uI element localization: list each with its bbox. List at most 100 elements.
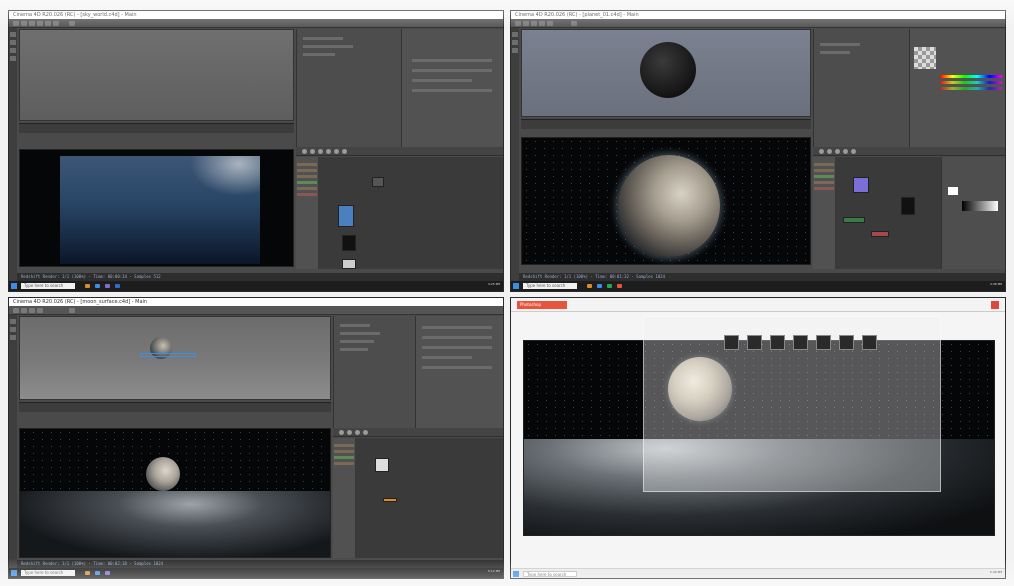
edges-mode-icon[interactable] [10, 48, 16, 53]
thumbnail[interactable] [816, 335, 831, 350]
browser-icon[interactable] [597, 284, 602, 288]
taskbar-search[interactable]: Type here to search [523, 283, 577, 289]
explorer-icon[interactable] [85, 284, 90, 288]
windows-start-icon[interactable] [11, 283, 17, 289]
color-ramp[interactable] [940, 81, 1002, 84]
node-tool-icon[interactable] [339, 430, 344, 435]
3d-viewport[interactable] [19, 316, 331, 400]
attribute-field[interactable] [422, 356, 472, 359]
node-tool-icon[interactable] [851, 149, 856, 154]
undo-icon[interactable] [13, 21, 19, 26]
object-row[interactable] [340, 348, 368, 351]
node-list-item[interactable] [814, 181, 834, 184]
rotate-icon[interactable] [53, 21, 59, 26]
object-row[interactable] [303, 53, 335, 56]
app-icon[interactable] [617, 284, 622, 288]
thumbnail[interactable] [724, 335, 739, 350]
math-node[interactable] [843, 217, 865, 223]
scale-icon[interactable] [45, 21, 51, 26]
node-tool-icon[interactable] [819, 149, 824, 154]
node-list-item[interactable] [814, 175, 834, 178]
node-list-item[interactable] [297, 175, 317, 178]
thumbnail[interactable] [793, 335, 808, 350]
points-mode-icon[interactable] [10, 327, 16, 332]
timeline[interactable] [19, 123, 294, 133]
thumbnail[interactable] [747, 335, 762, 350]
object-row[interactable] [820, 51, 850, 54]
app-tab[interactable]: Photoshop [517, 301, 567, 309]
node-list-item[interactable] [297, 169, 317, 172]
render-icon[interactable] [571, 21, 577, 26]
node-tool-icon[interactable] [310, 149, 315, 154]
cinema4d-icon[interactable] [115, 284, 120, 288]
points-mode-icon[interactable] [512, 40, 518, 45]
move-icon[interactable] [539, 21, 545, 26]
node-list-item[interactable] [814, 163, 834, 166]
node-tool-icon[interactable] [355, 430, 360, 435]
node-list-item[interactable] [814, 187, 834, 190]
render-icon[interactable] [69, 21, 75, 26]
thumbnail[interactable] [770, 335, 785, 350]
select-icon[interactable] [29, 308, 35, 313]
taskbar-search[interactable]: Type here to search [523, 571, 577, 577]
object-row[interactable] [340, 324, 370, 327]
node-editor[interactable] [835, 157, 941, 269]
polygons-mode-icon[interactable] [10, 56, 16, 61]
node-tool-icon[interactable] [363, 430, 368, 435]
texture-node[interactable] [901, 197, 915, 215]
shader-node[interactable] [853, 177, 869, 193]
node-tool-icon[interactable] [334, 149, 339, 154]
attribute-field[interactable] [412, 69, 492, 72]
output-node[interactable] [372, 177, 384, 187]
redo-icon[interactable] [21, 21, 27, 26]
node-list-item[interactable] [334, 462, 354, 465]
object-row[interactable] [303, 37, 343, 40]
taskbar-search[interactable]: Type here to search [21, 283, 75, 289]
attribute-field[interactable] [412, 59, 492, 62]
windows-start-icon[interactable] [11, 570, 17, 576]
timeline[interactable] [521, 119, 811, 129]
select-icon[interactable] [531, 21, 537, 26]
model-mode-icon[interactable] [512, 32, 518, 37]
object-row[interactable] [303, 45, 353, 48]
node-list-item[interactable] [297, 181, 317, 184]
selection-gizmo[interactable] [140, 353, 196, 357]
color-swatch[interactable] [948, 187, 958, 195]
shader-node[interactable] [338, 205, 354, 227]
3d-viewport[interactable] [521, 29, 811, 117]
attribute-field[interactable] [422, 336, 492, 339]
object-row[interactable] [340, 332, 380, 335]
node-tool-icon[interactable] [347, 430, 352, 435]
texture-node[interactable] [375, 458, 389, 472]
node-tool-icon[interactable] [318, 149, 323, 154]
node-list-item[interactable] [334, 450, 354, 453]
node-list-item[interactable] [297, 163, 317, 166]
windows-start-icon[interactable] [513, 571, 519, 577]
attribute-field[interactable] [412, 89, 492, 92]
browser-icon[interactable] [95, 284, 100, 288]
windows-start-icon[interactable] [513, 283, 519, 289]
node-list-item[interactable] [334, 456, 354, 459]
scale-icon[interactable] [547, 21, 553, 26]
node-tool-icon[interactable] [326, 149, 331, 154]
redo-icon[interactable] [21, 308, 27, 313]
thumbnail[interactable] [862, 335, 877, 350]
texture-node[interactable] [342, 235, 356, 251]
color-ramp[interactable] [940, 75, 1002, 78]
planet-preview[interactable] [640, 42, 696, 98]
node-tool-icon[interactable] [827, 149, 832, 154]
explorer-icon[interactable] [587, 284, 592, 288]
node-editor[interactable] [355, 438, 503, 558]
3d-viewport[interactable] [19, 29, 294, 121]
gradient-preview[interactable] [962, 201, 998, 211]
node-tool-icon[interactable] [843, 149, 848, 154]
node-list-item[interactable] [297, 193, 317, 196]
close-icon[interactable] [991, 301, 999, 309]
object-row[interactable] [340, 340, 374, 343]
model-mode-icon[interactable] [10, 319, 16, 324]
timeline[interactable] [19, 402, 331, 412]
material-preview[interactable] [914, 47, 936, 69]
undo-icon[interactable] [515, 21, 521, 26]
explorer-icon[interactable] [85, 571, 90, 575]
attribute-field[interactable] [422, 326, 492, 329]
